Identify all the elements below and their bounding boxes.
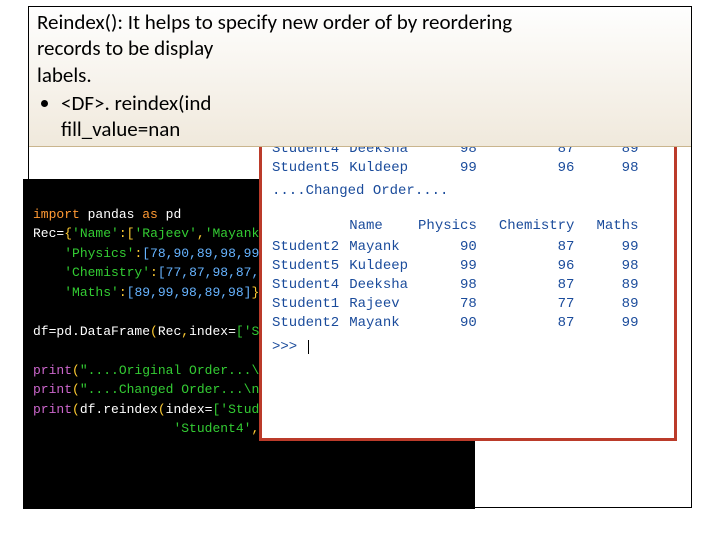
code-str: 'Maths' xyxy=(64,285,119,300)
code-kwarg: index xyxy=(189,324,228,339)
col-chemistry: Chemistry xyxy=(499,217,597,238)
code-text: pd xyxy=(158,207,181,222)
code-func: print xyxy=(33,402,72,417)
code-call: pd.DataFrame xyxy=(56,324,150,339)
kw-as: as xyxy=(142,207,158,222)
bullet-line: <DF>. reindex(ind xyxy=(61,90,211,116)
code-num: [89,99,98,89,98] xyxy=(127,285,252,300)
code-num: [78,90,89,98,99 xyxy=(142,246,259,261)
table-row: Student5Kuldeep999698 xyxy=(272,159,660,178)
slide-frame: import pandas as pd Rec={'Name':['Rajeev… xyxy=(28,6,692,508)
code-punc: { xyxy=(64,226,72,241)
header-line: records to be display xyxy=(37,35,213,61)
slide-header: Reindex(): It helps to specify new order… xyxy=(29,7,691,147)
code-punc: ( xyxy=(72,402,80,417)
code-punc: , xyxy=(181,324,189,339)
cell-name: Rajeev xyxy=(349,295,418,314)
code-num: [77,87,98,87,9 xyxy=(158,265,267,280)
output-table-changed: Name Physics Chemistry Maths Student2May… xyxy=(272,217,660,332)
cell-index: Student5 xyxy=(272,159,349,178)
cell-name: Kuldeep xyxy=(349,257,418,276)
cell-chemistry: 96 xyxy=(499,257,597,276)
cell-chemistry: 96 xyxy=(499,159,597,178)
table-row: Student2Mayank908799 xyxy=(272,314,660,333)
col-index xyxy=(272,217,349,238)
cell-physics: 98 xyxy=(418,276,499,295)
table-row: Student4Deeksha988789 xyxy=(272,276,660,295)
cell-index: Student2 xyxy=(272,238,349,257)
header-bullet: <DF>. reindex(ind fill_value=nan xyxy=(61,90,683,143)
code-punc: = xyxy=(228,324,236,339)
code-str: 'Physics' xyxy=(64,246,134,261)
cell-chemistry: 77 xyxy=(499,295,597,314)
table-row: Student5Kuldeep999698 xyxy=(272,257,660,276)
code-var: Rec xyxy=(33,226,56,241)
prompt-text: >>> xyxy=(272,339,306,355)
code-punc: : xyxy=(119,226,127,241)
cell-maths: 89 xyxy=(596,295,660,314)
header-line: Reindex(): It helps to specify new order… xyxy=(37,9,512,35)
output-heading-changed: ....Changed Order.... xyxy=(272,182,664,201)
cell-physics: 99 xyxy=(418,257,499,276)
code-punc: ( xyxy=(72,382,80,397)
table-header-row: Name Physics Chemistry Maths xyxy=(272,217,660,238)
code-punc: ( xyxy=(158,402,166,417)
code-str: 'Student4' xyxy=(173,421,251,436)
code-str: "....Original Order...\n xyxy=(80,363,267,378)
header-line: labels. xyxy=(37,62,92,88)
code-str: 'Chemistry' xyxy=(64,265,150,280)
code-punc: ( xyxy=(150,324,158,339)
code-kwarg: index xyxy=(166,402,205,417)
code-punc: ( xyxy=(72,363,80,378)
cell-chemistry: 87 xyxy=(499,276,597,295)
cell-physics: 90 xyxy=(418,314,499,333)
cell-maths: 89 xyxy=(596,276,660,295)
cell-physics: 99 xyxy=(418,159,499,178)
cell-physics: 78 xyxy=(418,295,499,314)
code-str: "....Changed Order...\n" xyxy=(80,382,267,397)
cell-name: Mayank xyxy=(349,314,418,333)
code-str: 'Name' xyxy=(72,226,119,241)
cell-name: Mayank xyxy=(349,238,418,257)
cell-chemistry: 87 xyxy=(499,314,597,333)
col-physics: Physics xyxy=(418,217,499,238)
code-func: print xyxy=(33,382,72,397)
cell-chemistry: 87 xyxy=(499,238,597,257)
code-arg: Rec xyxy=(158,324,181,339)
cell-maths: 98 xyxy=(596,257,660,276)
cursor-icon xyxy=(308,340,309,354)
cell-name: Kuldeep xyxy=(349,159,418,178)
cell-name: Deeksha xyxy=(349,276,418,295)
col-name: Name xyxy=(349,217,418,238)
code-text: pandas xyxy=(80,207,142,222)
code-punc: : xyxy=(150,265,158,280)
table-row: Student2Mayank908799 xyxy=(272,238,660,257)
kw-import: import xyxy=(33,207,80,222)
bullet-line: fill_value=nan xyxy=(61,116,180,142)
cell-index: Student1 xyxy=(272,295,349,314)
cell-index: Student5 xyxy=(272,257,349,276)
code-var: df xyxy=(33,324,49,339)
code-punc: : xyxy=(119,285,127,300)
code-str: 'Rajeev' xyxy=(134,226,196,241)
code-punc: , xyxy=(197,226,205,241)
cell-index: Student4 xyxy=(272,276,349,295)
cell-maths: 98 xyxy=(596,159,660,178)
cell-maths: 99 xyxy=(596,238,660,257)
table-row: Student1Rajeev787789 xyxy=(272,295,660,314)
cell-index: Student2 xyxy=(272,314,349,333)
col-maths: Maths xyxy=(596,217,660,238)
cell-maths: 99 xyxy=(596,314,660,333)
cell-physics: 90 xyxy=(418,238,499,257)
code-call: df.reindex xyxy=(80,402,158,417)
repl-prompt[interactable]: >>> xyxy=(272,338,664,357)
code-func: print xyxy=(33,363,72,378)
code-str: 'Mayank' xyxy=(205,226,267,241)
